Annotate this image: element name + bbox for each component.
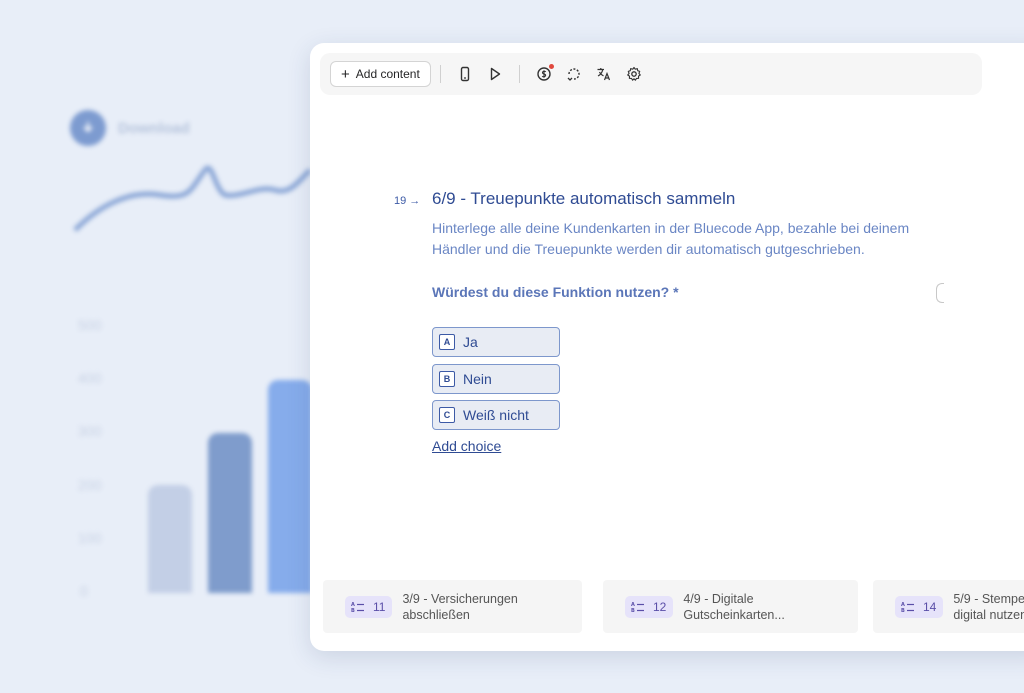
y-tick: 100 xyxy=(78,530,102,546)
download-icon xyxy=(70,110,106,146)
question-number: 19 → xyxy=(394,195,420,207)
toolbar-divider xyxy=(518,65,520,83)
mobile-preview-icon[interactable] xyxy=(454,63,476,85)
add-choice-link[interactable]: Add choice xyxy=(432,438,501,454)
question-card[interactable]: AB 11 3/9 - Versicherungen abschließen xyxy=(323,580,582,633)
question-type-badge: AB 14 xyxy=(895,595,944,618)
question-card[interactable]: AB 14 5/9 - Stempelkarten digital nutzen xyxy=(873,580,1024,633)
choice-key: C xyxy=(439,407,455,423)
question-card-number: 11 xyxy=(373,599,386,614)
choice-label: Ja xyxy=(463,334,478,350)
choice-option[interactable]: A Ja xyxy=(432,327,560,357)
multiple-choice-icon: AB xyxy=(631,602,644,613)
logic-loop-icon[interactable] xyxy=(563,63,585,85)
add-content-button[interactable]: + Add content xyxy=(330,61,431,87)
question-description[interactable]: Hinterlege alle deine Kundenkarten in de… xyxy=(432,218,952,260)
toolbar-divider xyxy=(439,65,441,83)
question-type-badge: AB 11 xyxy=(345,595,393,618)
plus-icon: + xyxy=(341,65,350,83)
gear-icon[interactable] xyxy=(623,63,645,85)
payment-icon[interactable] xyxy=(533,63,555,85)
question-card-title: 5/9 - Stempelkarten digital nutzen xyxy=(953,591,1024,623)
background-bar xyxy=(208,433,252,593)
download-widget: Download xyxy=(70,110,190,146)
question-card[interactable]: AB 12 4/9 - Digitale Gutscheinkarten... xyxy=(603,580,858,633)
choice-label: Nein xyxy=(463,371,492,387)
choice-key: A xyxy=(439,334,455,350)
toolbar: + Add content xyxy=(320,53,982,95)
choice-label: Weiß nicht xyxy=(463,407,529,423)
y-tick: 200 xyxy=(78,477,102,493)
y-tick: 300 xyxy=(78,423,102,439)
question-card-line: 4/9 - Digitale xyxy=(683,591,754,606)
cropped-element xyxy=(936,283,944,303)
question-card-number: 12 xyxy=(653,599,667,614)
question-card-line: abschließen xyxy=(402,607,470,622)
question-card-line: Gutscheinkarten... xyxy=(683,607,785,622)
multiple-choice-icon: AB xyxy=(901,602,914,613)
translate-icon[interactable] xyxy=(593,63,615,85)
choice-option[interactable]: C Weiß nicht xyxy=(432,400,560,430)
background-bar xyxy=(268,380,312,593)
notification-dot xyxy=(548,64,554,69)
svg-text:B: B xyxy=(901,608,905,613)
question-card-line: 3/9 - Versicherungen xyxy=(402,591,518,606)
choice-option[interactable]: B Nein xyxy=(432,364,560,394)
question-card-number: 14 xyxy=(923,599,937,614)
y-tick: 0 xyxy=(80,583,88,599)
arrow-right-icon: → xyxy=(409,195,421,207)
question-type-badge: AB 12 xyxy=(625,595,674,618)
question-subquestion[interactable]: Würdest du diese Funktion nutzen? * xyxy=(432,284,679,300)
download-label: Download xyxy=(118,119,190,137)
question-card-line: 5/9 - Stempelkarten xyxy=(953,591,1024,606)
y-tick: 400 xyxy=(78,370,102,386)
svg-text:B: B xyxy=(351,608,355,613)
y-tick: 500 xyxy=(78,317,102,333)
background-bar xyxy=(148,485,192,593)
background-line-chart xyxy=(73,165,312,232)
choice-key: B xyxy=(439,371,455,387)
question-number-label: 19 xyxy=(394,195,407,207)
question-card-line: digital nutzen xyxy=(953,607,1024,622)
question-card-title: 4/9 - Digitale Gutscheinkarten... xyxy=(683,591,784,623)
play-icon[interactable] xyxy=(484,63,506,85)
question-card-title: 3/9 - Versicherungen abschließen xyxy=(402,591,517,623)
question-title[interactable]: 6/9 - Treuepunkte automatisch sammeln xyxy=(432,189,735,209)
svg-text:B: B xyxy=(631,608,635,613)
multiple-choice-icon: AB xyxy=(351,602,364,613)
editor-card: + Add content 19 → 6/9 - Treuepunkte aut… xyxy=(310,43,1024,651)
add-content-label: Add content xyxy=(355,67,420,81)
